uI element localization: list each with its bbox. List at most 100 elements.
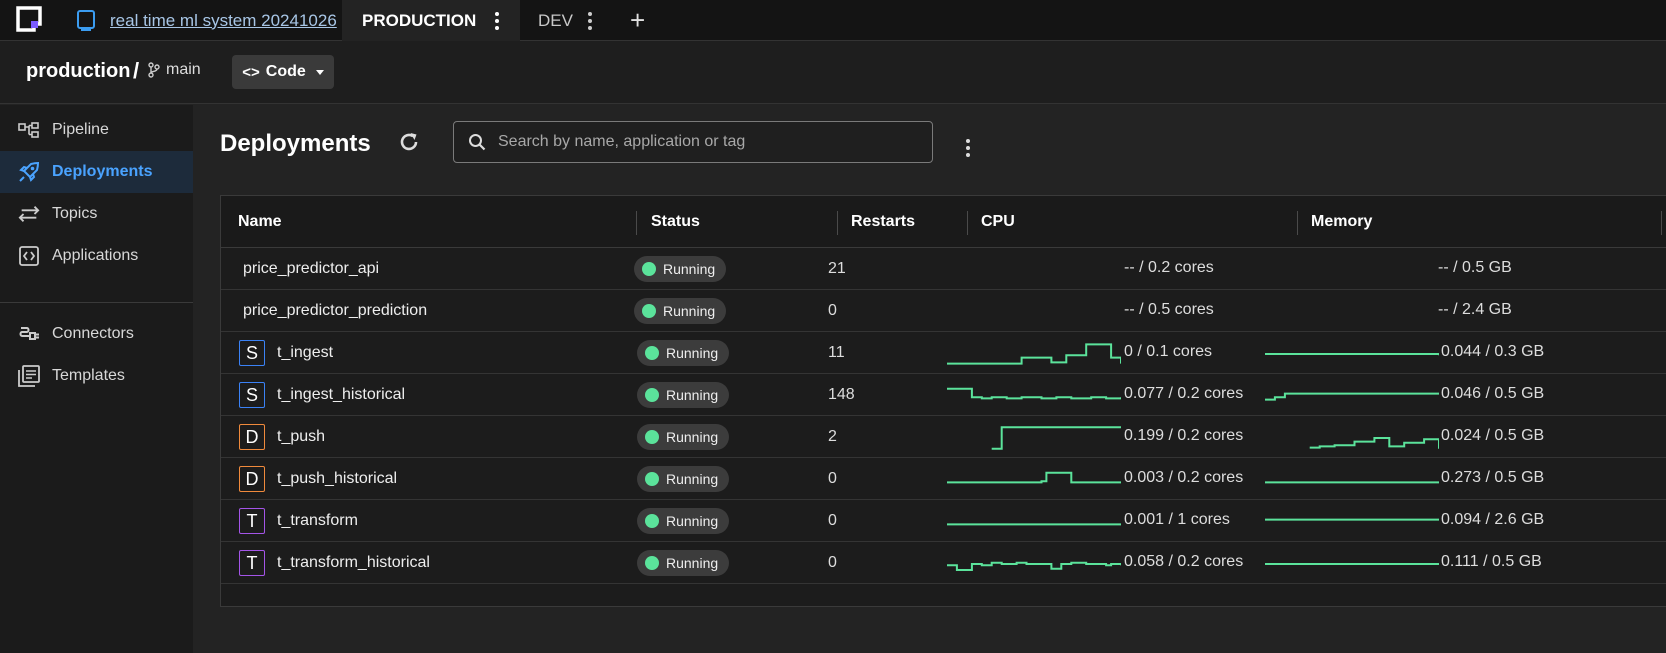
- memory-sparkline: [1265, 563, 1439, 565]
- deployment-name[interactable]: price_predictor_api: [243, 260, 379, 278]
- code-button[interactable]: <> Code: [232, 55, 334, 89]
- column-header-name[interactable]: Name: [238, 213, 282, 231]
- cpu-sparkline: [947, 387, 1121, 400]
- status-badge: Running: [634, 256, 727, 282]
- sidebar-item-pipeline[interactable]: Pipeline: [0, 109, 193, 151]
- table-row[interactable]: St_ingest_historical Running 148 0.077 / 0.…: [221, 374, 1666, 416]
- breadcrumb-branch[interactable]: main: [148, 61, 201, 79]
- status-badge: Running: [634, 298, 727, 324]
- column-divider[interactable]: [837, 211, 838, 235]
- status-label: Running: [663, 303, 716, 319]
- column-header-memory[interactable]: Memory: [1311, 213, 1372, 231]
- sidebar-item-label: Pipeline: [52, 121, 109, 138]
- cpu-usage: 0.058 / 0.2 cores: [1124, 553, 1244, 570]
- tab-dev-label[interactable]: DEV: [538, 11, 573, 31]
- search-icon: [469, 134, 486, 151]
- status-badge: Running: [637, 382, 730, 408]
- chevron-down-icon: [315, 69, 324, 75]
- restarts-count: 11: [828, 344, 845, 361]
- deployment-name-cell[interactable]: St_ingest_historical: [239, 374, 405, 416]
- more-options-button[interactable]: [961, 130, 975, 160]
- sidebar-item-applications[interactable]: Applications: [0, 235, 193, 277]
- deployment-type-badge: S: [239, 340, 265, 366]
- cpu-sparkline-line: [991, 426, 1121, 450]
- cpu-sparkline: [947, 471, 1121, 484]
- column-header-cpu[interactable]: CPU: [981, 213, 1015, 231]
- app-logo-icon[interactable]: [16, 6, 42, 32]
- tab-production-menu-icon[interactable]: [490, 9, 504, 33]
- status-dot-icon: [642, 262, 656, 276]
- sidebar-item-deployments[interactable]: Deployments: [0, 151, 193, 193]
- breadcrumb-environment[interactable]: production: [26, 60, 130, 83]
- deployment-name-cell[interactable]: price_predictor_api: [243, 248, 379, 290]
- table-row[interactable]: price_predictor_prediction Running 0 -- / 0…: [221, 290, 1666, 332]
- memory-usage: -- / 0.5 GB: [1438, 259, 1512, 276]
- status-label: Running: [666, 387, 719, 403]
- sidebar-item-connectors[interactable]: Connectors: [0, 313, 193, 355]
- table-row[interactable]: Tt_transform_historical Running 0 0.058 / 0…: [221, 542, 1666, 584]
- sidebar-item-templates[interactable]: Templates: [0, 355, 193, 397]
- table-header: Name Status Restarts CPU Memory: [221, 196, 1666, 248]
- pipeline-icon: [18, 119, 40, 141]
- deployment-name-cell[interactable]: Dt_push: [239, 416, 325, 458]
- status-label: Running: [663, 261, 716, 277]
- tab-production[interactable]: PRODUCTION: [342, 0, 520, 42]
- column-divider[interactable]: [1661, 211, 1662, 235]
- status-label: Running: [666, 345, 719, 361]
- breadcrumb-separator: /: [133, 58, 140, 83]
- column-divider[interactable]: [636, 211, 637, 235]
- deployment-name[interactable]: t_ingest_historical: [277, 386, 405, 404]
- deployment-name[interactable]: t_push_historical: [277, 470, 397, 488]
- column-header-restarts[interactable]: Restarts: [851, 213, 915, 231]
- deployment-name-cell[interactable]: Tt_transform_historical: [239, 542, 430, 584]
- status-dot-icon: [645, 472, 659, 486]
- column-header-status[interactable]: Status: [651, 213, 700, 231]
- column-divider[interactable]: [967, 211, 968, 235]
- tab-dev[interactable]: DEV: [520, 0, 612, 41]
- tab-production-label[interactable]: PRODUCTION: [362, 11, 476, 31]
- status-badge: Running: [637, 550, 730, 576]
- memory-usage: 0.094 / 2.6 GB: [1441, 511, 1545, 528]
- deployment-name[interactable]: t_transform: [277, 512, 358, 530]
- top-tab-bar: real time ml system 20241026 PRODUCTION …: [0, 0, 1666, 42]
- tab-dev-menu-icon[interactable]: [583, 9, 597, 33]
- search-box[interactable]: [453, 121, 933, 163]
- cpu-sparkline-line: [947, 387, 1121, 400]
- table-row[interactable]: Dt_push Running 2 0.199 / 0.2 cores 0.024 / …: [221, 416, 1666, 458]
- deployment-name[interactable]: price_predictor_prediction: [243, 302, 427, 320]
- search-input[interactable]: [498, 133, 918, 151]
- memory-usage: 0.046 / 0.5 GB: [1441, 385, 1545, 402]
- cpu-usage: 0.001 / 1 cores: [1124, 511, 1230, 528]
- cpu-usage: 0.199 / 0.2 cores: [1124, 427, 1244, 444]
- table-row[interactable]: Dt_push_historical Running 0 0.003 / 0.2 co…: [221, 458, 1666, 500]
- table-row[interactable]: Tt_transform Running 0 0.001 / 1 cores 0.094…: [221, 500, 1666, 542]
- deployment-name[interactable]: t_push: [277, 428, 325, 446]
- memory-usage: 0.044 / 0.3 GB: [1441, 343, 1545, 360]
- tab-project-label[interactable]: real time ml system 20241026: [110, 11, 337, 31]
- add-tab-button[interactable]: +: [630, 0, 645, 41]
- deployment-name[interactable]: t_ingest: [277, 344, 333, 362]
- sidebar-item-label: Deployments: [52, 163, 153, 180]
- deployment-type-badge: T: [239, 508, 265, 534]
- code-button-label: Code: [265, 63, 306, 80]
- table-row[interactable]: St_ingest Running 11 0 / 0.1 cores 0.044 / 0…: [221, 332, 1666, 374]
- tab-project[interactable]: real time ml system 20241026: [76, 0, 337, 41]
- status-label: Running: [666, 429, 719, 445]
- table-row[interactable]: price_predictor_api Running 21 -- / 0.2 cor…: [221, 248, 1666, 290]
- deployment-name[interactable]: t_transform_historical: [277, 554, 430, 572]
- deployment-type-badge: D: [239, 466, 265, 492]
- sidebar-item-label: Applications: [52, 247, 139, 264]
- sidebar-item-label: Templates: [52, 367, 125, 384]
- deployment-name-cell[interactable]: Tt_transform: [239, 500, 358, 542]
- deployment-name-cell[interactable]: Dt_push_historical: [239, 458, 397, 500]
- rocket-icon: [18, 161, 40, 183]
- cpu-sparkline: [947, 523, 1121, 526]
- deployment-name-cell[interactable]: St_ingest: [239, 332, 333, 374]
- deployment-type-badge: T: [239, 550, 265, 576]
- memory-sparkline-line: [1309, 437, 1439, 449]
- refresh-icon[interactable]: [397, 130, 421, 154]
- sidebar-item-topics[interactable]: Topics: [0, 193, 193, 235]
- column-divider[interactable]: [1297, 211, 1298, 235]
- deployment-name-cell[interactable]: price_predictor_prediction: [243, 290, 427, 332]
- branch-name: main: [166, 61, 201, 78]
